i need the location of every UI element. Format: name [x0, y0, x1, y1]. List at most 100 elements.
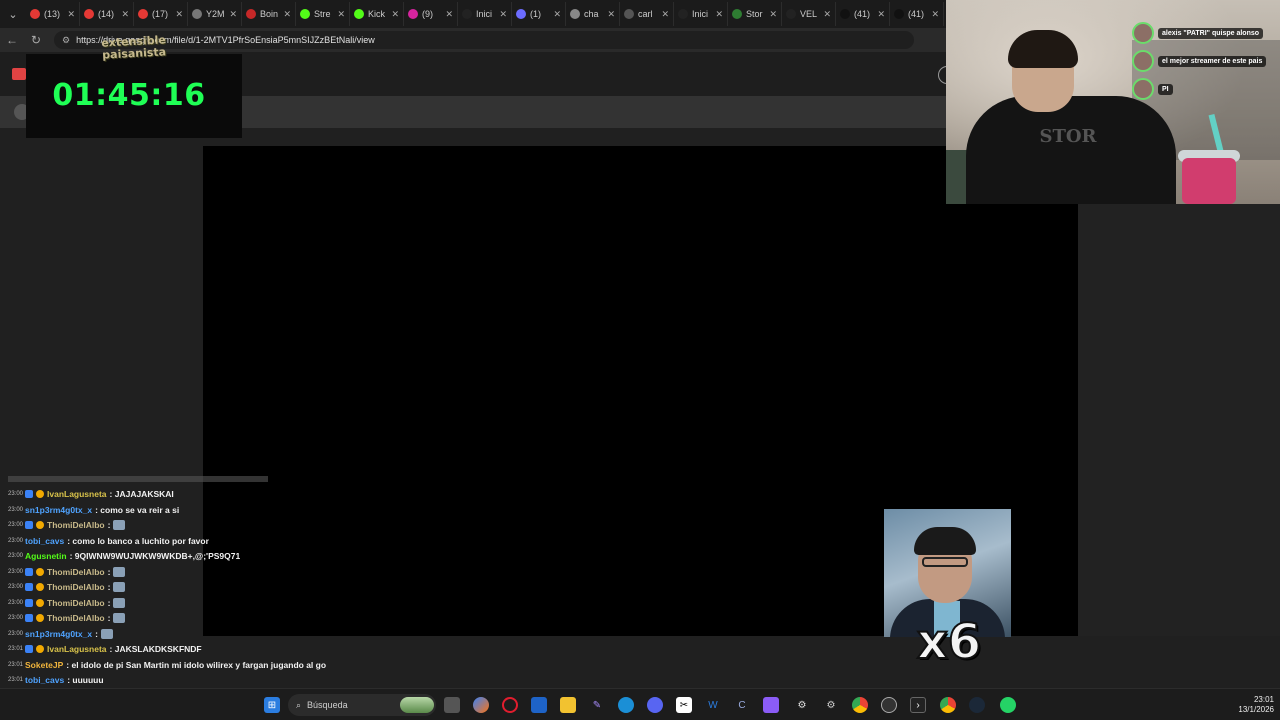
browser-tab[interactable]: Stor ✕ — [728, 2, 782, 26]
word-icon[interactable]: W — [705, 697, 721, 713]
clock[interactable]: 23:01 13/1/2026 — [1220, 695, 1274, 715]
browser-tab[interactable]: (13) ✕ — [26, 2, 80, 26]
close-icon[interactable]: ✕ — [769, 9, 777, 20]
chat-username[interactable]: ThomiDelAlbo — [47, 598, 105, 608]
chat-username[interactable]: Agusnetin — [25, 551, 67, 561]
file-explorer-icon[interactable] — [560, 697, 576, 713]
chat-username[interactable]: ThomiDelAlbo — [47, 520, 105, 530]
chat-timestamp: 23:00 — [8, 615, 24, 621]
site-icon — [246, 9, 256, 19]
close-icon[interactable]: ✕ — [121, 9, 129, 20]
windows-start-icon[interactable]: ⊞ — [264, 697, 280, 713]
browser-tab[interactable]: Boin ✕ — [242, 2, 296, 26]
sticker-hair — [914, 527, 976, 555]
close-icon[interactable]: ✕ — [445, 9, 453, 20]
subscriber-badge-icon — [25, 598, 33, 607]
chat-text: : — [107, 520, 111, 530]
close-icon[interactable]: ✕ — [607, 9, 615, 20]
chat-username[interactable]: IvanLagusneta — [47, 644, 107, 654]
chat-username[interactable]: ThomiDelAlbo — [47, 613, 105, 623]
ccleaner-icon[interactable]: C — [734, 697, 750, 713]
close-icon[interactable]: ✕ — [175, 9, 183, 20]
chat-text: : — [107, 613, 111, 623]
tiktok-icon — [840, 9, 850, 19]
chat-text: : — [95, 628, 98, 639]
app-grid-icon[interactable] — [763, 697, 779, 713]
tab-title: Inici — [476, 9, 493, 19]
drive-file-icon — [12, 68, 26, 80]
globe-icon — [570, 9, 580, 19]
browser-tab[interactable]: (1) ✕ — [512, 2, 566, 26]
settings-gear-icon[interactable]: ⚙ — [794, 697, 810, 713]
task-view-icon[interactable] — [444, 697, 460, 713]
close-icon[interactable]: ✕ — [337, 9, 345, 20]
store-icon[interactable] — [531, 697, 547, 713]
chat-username[interactable]: ThomiDelAlbo — [47, 567, 105, 577]
close-icon[interactable]: ✕ — [931, 9, 939, 20]
chrome-icon[interactable] — [852, 697, 868, 713]
chat-username[interactable]: sn1p3rm4g0tx_x — [25, 629, 92, 639]
back-arrow-icon[interactable]: ← — [0, 28, 24, 52]
browser-tab[interactable]: Stre ✕ — [296, 2, 350, 26]
browser-tab[interactable]: (41) ✕ — [836, 2, 890, 26]
browser-tab[interactable]: (41) ✕ — [890, 2, 944, 26]
close-icon[interactable]: ✕ — [283, 9, 291, 20]
browser-tab[interactable]: carl ✕ — [620, 2, 674, 26]
close-icon[interactable]: ✕ — [877, 9, 885, 20]
chat-username[interactable]: sn1p3rm4g0tx_x — [25, 505, 92, 515]
chat-username[interactable]: ThomiDelAlbo — [47, 582, 105, 592]
address-bar[interactable]: ⚙ https://drive.google.com/file/d/1-2MTV… — [54, 31, 914, 49]
chat-username[interactable]: tobi_cavs — [25, 675, 64, 685]
close-icon[interactable]: ✕ — [715, 9, 723, 20]
capcut-icon[interactable]: ✂ — [676, 697, 692, 713]
steam-icon[interactable] — [969, 697, 985, 713]
chat-text: : — [107, 597, 111, 608]
reload-icon[interactable]: ↻ — [24, 28, 48, 52]
chat-username[interactable]: SoketeJP — [25, 660, 63, 670]
notification-text: el mejor streamer de este pais — [1158, 55, 1267, 67]
chat-username[interactable]: tobi_cavs — [25, 536, 64, 546]
browser-tab[interactable]: cha ✕ — [566, 2, 620, 26]
chat-timestamp: 23:00 — [8, 522, 24, 528]
browser-tab[interactable]: Kick ✕ — [350, 2, 404, 26]
tab-title: (41) — [854, 9, 871, 19]
opera-icon[interactable] — [502, 697, 518, 713]
close-icon[interactable]: ✕ — [67, 9, 75, 20]
edge-icon[interactable] — [618, 697, 634, 713]
close-icon[interactable]: ✕ — [229, 9, 237, 20]
whatsapp-icon[interactable] — [1000, 697, 1016, 713]
chat-emote-icon — [113, 597, 126, 608]
tab-title: Kick — [368, 9, 386, 19]
browser-tab[interactable]: (14) ✕ — [80, 2, 134, 26]
browser-tab[interactable]: Inici ✕ — [674, 2, 728, 26]
browser-tab[interactable]: VEL ✕ — [782, 2, 836, 26]
close-icon[interactable]: ✕ — [499, 9, 507, 20]
tab-search-icon[interactable]: ⌄ — [0, 0, 26, 28]
close-icon[interactable]: ✕ — [391, 9, 399, 20]
tab-title: Stor — [746, 9, 763, 19]
obs-icon[interactable] — [881, 697, 897, 713]
gifter-badge-icon — [36, 645, 44, 653]
settings-icon[interactable]: ⚙ — [823, 697, 839, 713]
instagram-icon — [408, 9, 418, 19]
browser-tab[interactable]: Inici ✕ — [458, 2, 512, 26]
discord-icon[interactable] — [647, 697, 663, 713]
chat-username[interactable]: IvanLagusneta — [47, 489, 107, 499]
terminal-icon[interactable]: › — [910, 697, 926, 713]
taskbar-search[interactable]: ⌕ Búsqueda — [288, 694, 436, 716]
chat-timestamp: 23:01 — [8, 646, 24, 652]
subscriber-badge-icon — [25, 521, 33, 529]
site-info-icon[interactable]: ⚙ — [62, 35, 70, 46]
browser-tab[interactable]: (17) ✕ — [134, 2, 188, 26]
close-icon[interactable]: ✕ — [661, 9, 669, 20]
close-icon[interactable]: ✕ — [823, 9, 831, 20]
copilot-icon[interactable] — [473, 697, 489, 713]
kick-icon — [300, 9, 310, 19]
pen-app-icon[interactable]: ✎ — [589, 697, 605, 713]
browser-tab[interactable]: Y2M ✕ — [188, 2, 242, 26]
tab-title: (17) — [152, 9, 169, 19]
close-icon[interactable]: ✕ — [553, 9, 561, 20]
chrome-profile-icon[interactable] — [940, 697, 956, 713]
browser-tab[interactable]: (9) ✕ — [404, 2, 458, 26]
gifter-badge-icon — [36, 567, 44, 576]
